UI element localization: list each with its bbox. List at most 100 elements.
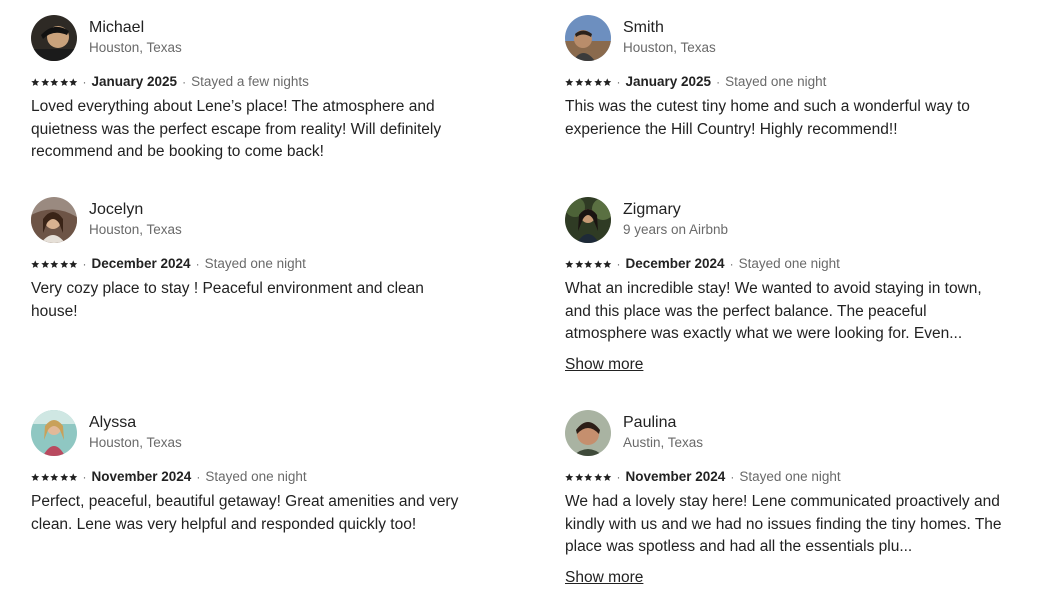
- star-icon: [50, 78, 59, 87]
- reviewer-info: Zigmary 9 years on Airbnb: [623, 200, 728, 239]
- separator-dot: ·: [82, 470, 87, 484]
- rating-stars: [31, 78, 78, 87]
- review-date: November 2024: [625, 469, 726, 484]
- stay-duration: Stayed one night: [738, 256, 840, 271]
- review-card: Paulina Austin, Texas · November 2024 · …: [565, 410, 1005, 589]
- star-icon: [40, 78, 50, 87]
- show-more-link[interactable]: Show more: [565, 354, 643, 376]
- rating-stars: [31, 473, 78, 482]
- separator-dot: ·: [616, 470, 621, 484]
- review-meta: · December 2024 · Stayed one night: [565, 255, 1005, 273]
- review-text: We had a lovely stay here! Lene communic…: [565, 493, 1002, 555]
- review-header: Paulina Austin, Texas: [565, 410, 1005, 456]
- star-icon: [59, 260, 69, 269]
- star-icon: [31, 78, 40, 87]
- star-icon: [31, 473, 40, 482]
- show-more-link[interactable]: Show more: [565, 567, 643, 589]
- star-icon: [40, 473, 50, 482]
- review-date: November 2024: [91, 469, 192, 484]
- separator-dot: ·: [195, 257, 200, 271]
- star-icon: [584, 473, 593, 482]
- avatar[interactable]: [31, 410, 77, 456]
- reviewer-location: Austin, Texas: [623, 435, 704, 450]
- reviewer-location: Houston, Texas: [623, 40, 716, 55]
- reviewer-info: Jocelyn Houston, Texas: [89, 200, 182, 239]
- separator-dot: ·: [616, 75, 621, 89]
- avatar[interactable]: [31, 15, 77, 61]
- review-text: Very cozy place to stay ! Peaceful envir…: [31, 280, 424, 320]
- separator-dot: ·: [82, 257, 87, 271]
- avatar[interactable]: [565, 15, 611, 61]
- review-meta: · January 2025 · Stayed one night: [565, 73, 1005, 91]
- review-date: December 2024: [625, 256, 725, 271]
- star-icon: [603, 260, 612, 269]
- avatar[interactable]: [31, 197, 77, 243]
- star-icon: [584, 260, 593, 269]
- review-card: Michael Houston, Texas · January 2025 · …: [31, 15, 471, 164]
- stay-duration: Stayed a few nights: [191, 74, 309, 89]
- star-icon: [593, 260, 603, 269]
- star-icon: [593, 78, 603, 87]
- star-icon: [603, 78, 612, 87]
- star-icon: [565, 260, 574, 269]
- reviewer-location: Houston, Texas: [89, 40, 182, 55]
- review-text: What an incredible stay! We wanted to av…: [565, 280, 982, 342]
- review-header: Alyssa Houston, Texas: [31, 410, 471, 456]
- reviewer-name[interactable]: Jocelyn: [89, 200, 182, 220]
- review-meta: · January 2025 · Stayed a few nights: [31, 73, 471, 91]
- review-header: Smith Houston, Texas: [565, 15, 1005, 61]
- review-meta: · November 2024 · Stayed one night: [565, 468, 1005, 486]
- reviewer-info: Smith Houston, Texas: [623, 18, 716, 57]
- reviewer-tenure: 9 years on Airbnb: [623, 222, 729, 237]
- star-icon: [574, 260, 584, 269]
- reviewer-info: Alyssa Houston, Texas: [89, 413, 182, 452]
- review-header: Zigmary 9 years on Airbnb: [565, 197, 1005, 243]
- reviewer-name[interactable]: Smith: [623, 18, 716, 38]
- reviewer-location: Houston, Texas: [89, 435, 182, 450]
- star-icon: [593, 473, 603, 482]
- avatar[interactable]: [565, 197, 611, 243]
- star-icon: [584, 78, 593, 87]
- review-header: Jocelyn Houston, Texas: [31, 197, 471, 243]
- reviewer-location: Houston, Texas: [89, 222, 182, 237]
- review-date: January 2025: [91, 74, 178, 89]
- review-card: Jocelyn Houston, Texas · December 2024 ·…: [31, 197, 471, 323]
- separator-dot: ·: [616, 257, 621, 271]
- reviewer-name[interactable]: Paulina: [623, 413, 703, 433]
- review-meta: · December 2024 · Stayed one night: [31, 255, 471, 273]
- reviewer-name[interactable]: Michael: [89, 18, 182, 38]
- star-icon: [565, 473, 574, 482]
- star-icon: [59, 473, 69, 482]
- reviewer-name[interactable]: Alyssa: [89, 413, 182, 433]
- review-date: January 2025: [625, 74, 712, 89]
- reviewer-name[interactable]: Zigmary: [623, 200, 728, 220]
- stay-duration: Stayed one night: [205, 469, 307, 484]
- review-text: This was the cutest tiny home and such a…: [565, 98, 970, 138]
- review-card: Zigmary 9 years on Airbnb · December 202…: [565, 197, 1005, 376]
- review-card: Alyssa Houston, Texas · November 2024 · …: [31, 410, 471, 536]
- star-icon: [69, 260, 78, 269]
- review-meta: · November 2024 · Stayed one night: [31, 468, 471, 486]
- star-icon: [574, 473, 584, 482]
- star-icon: [574, 78, 584, 87]
- separator-dot: ·: [182, 75, 187, 89]
- stay-duration: Stayed one night: [204, 256, 306, 271]
- star-icon: [50, 473, 59, 482]
- star-icon: [50, 260, 59, 269]
- stay-duration: Stayed one night: [725, 74, 827, 89]
- star-icon: [565, 78, 574, 87]
- review-text: Perfect, peaceful, beautiful getaway! Gr…: [31, 493, 459, 533]
- star-icon: [69, 78, 78, 87]
- star-icon: [31, 260, 40, 269]
- separator-dot: ·: [729, 257, 734, 271]
- separator-dot: ·: [196, 470, 201, 484]
- avatar[interactable]: [565, 410, 611, 456]
- review-card: Smith Houston, Texas · January 2025 · St…: [565, 15, 1005, 141]
- star-icon: [69, 473, 78, 482]
- rating-stars: [565, 260, 612, 269]
- reviewer-info: Michael Houston, Texas: [89, 18, 182, 57]
- reviewer-info: Paulina Austin, Texas: [623, 413, 703, 452]
- review-header: Michael Houston, Texas: [31, 15, 471, 61]
- separator-dot: ·: [716, 75, 721, 89]
- star-icon: [40, 260, 50, 269]
